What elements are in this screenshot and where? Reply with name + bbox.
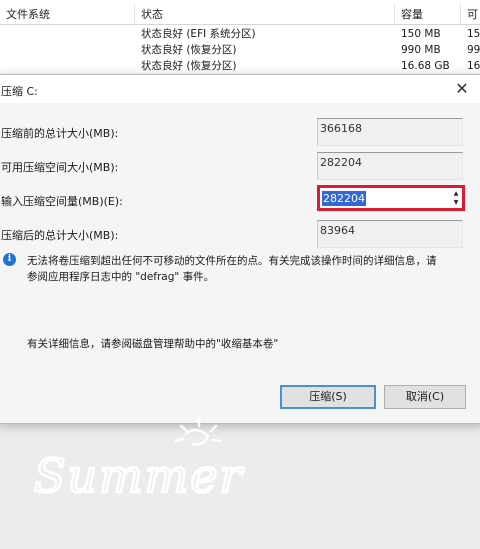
row-capacity: 16.68 GB [401,60,450,72]
shrink-amount-label: 输入压缩空间量(MB)(E): [1,195,123,208]
row-status: 状态良好 (恢复分区) [141,60,237,72]
available-shrink-space-value: 282204 [317,152,463,180]
table-row[interactable]: 状态良好 (恢复分区) 990 MB 99 [0,42,480,58]
shrink-amount-input[interactable]: 282204 [322,191,366,206]
cancel-button[interactable]: 取消(C) [384,385,466,409]
spin-up-icon[interactable]: ▲ [451,189,461,198]
available-shrink-space-label: 可用压缩空间大小(MB): [1,161,119,174]
total-size-after-label: 压缩后的总计大小(MB): [1,229,119,242]
info-message-line: 参阅应用程序日志中的 "defrag" 事件。 [27,271,215,283]
column-header-free[interactable]: 可 [461,4,480,24]
column-header-status[interactable]: 状态 [135,4,395,24]
row-free: 99 [467,44,480,56]
column-header-capacity[interactable]: 容量 [395,4,461,24]
shrink-volume-dialog: 压缩 C: ✕ 压缩前的总计大小(MB): 366168 可用压缩空间大小(MB… [0,74,480,424]
help-message: 有关详细信息，请参阅磁盘管理帮助中的"收缩基本卷" [27,338,279,350]
row-status: 状态良好 (EFI 系统分区) [141,28,256,40]
total-size-before-label: 压缩前的总计大小(MB): [1,127,119,140]
info-icon: i [3,253,16,266]
row-free: 15 [467,28,480,40]
spin-down-icon[interactable]: ▼ [451,198,461,207]
row-capacity: 990 MB [401,44,441,56]
watermark-text: Summer [34,449,245,503]
table-header: 文件系统 状态 容量 可 [0,4,480,25]
dialog-title: 压缩 C: [1,85,38,98]
table-row[interactable]: 状态良好 (EFI 系统分区) 150 MB 15 [0,26,480,42]
info-message-line: 无法将卷压缩到超出任何不可移动的文件所在的点。有关完成该操作时间的详细信息，请 [27,255,437,267]
info-message: 无法将卷压缩到超出任何不可移动的文件所在的点。有关完成该操作时间的详细信息，请 … [27,253,475,285]
total-size-before-value: 366168 [317,118,463,146]
total-size-after-value: 83964 [317,220,463,248]
column-header-filesystem[interactable]: 文件系统 [0,4,135,24]
table-row[interactable]: 状态良好 (恢复分区) 16.68 GB 16 [0,58,480,74]
close-icon[interactable]: ✕ [447,77,477,101]
row-capacity: 150 MB [401,28,441,40]
row-free: 16 [467,60,480,72]
compress-button[interactable]: 压缩(S) [280,385,376,409]
shrink-amount-field[interactable]: 282204 ▲ ▼ [317,185,465,211]
shrink-amount-spinner[interactable]: ▲ ▼ [451,189,461,207]
row-status: 状态良好 (恢复分区) [141,44,237,56]
dialog-title-bar[interactable]: 压缩 C: ✕ [0,75,480,103]
